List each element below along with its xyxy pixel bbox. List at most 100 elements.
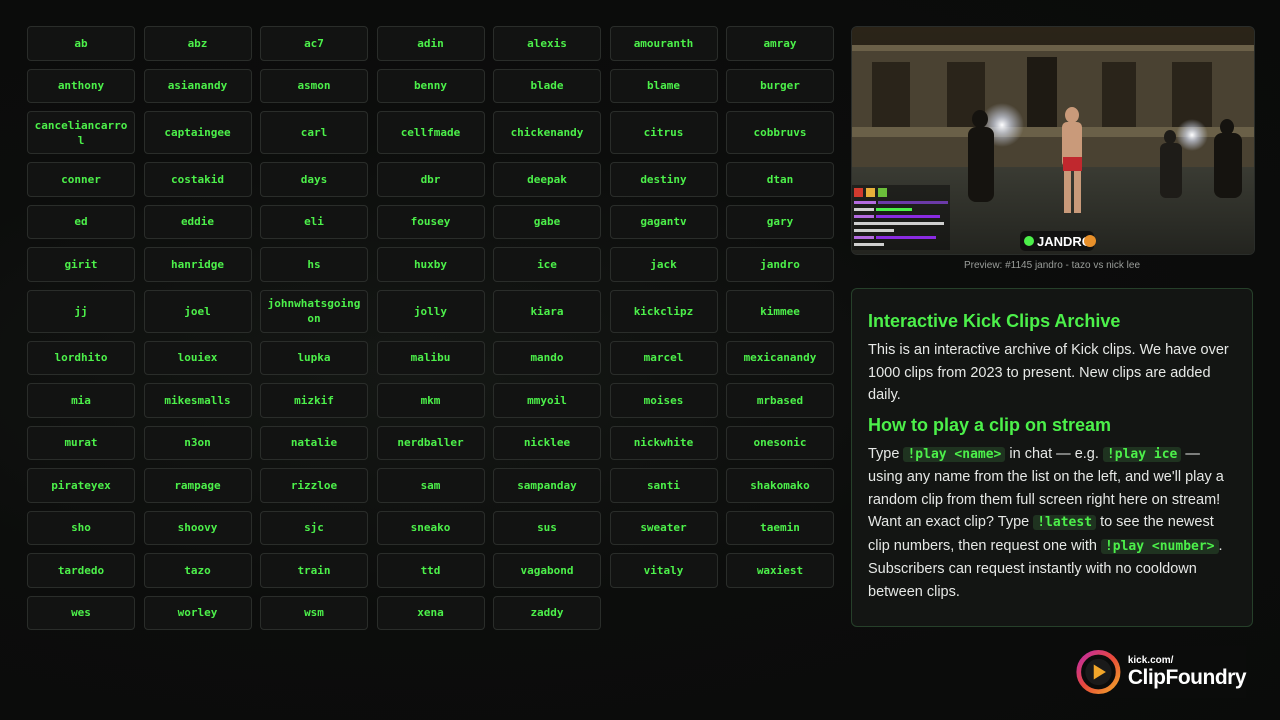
name-button-destiny[interactable]: destiny bbox=[609, 162, 718, 197]
name-button-sampanday[interactable]: sampanday bbox=[493, 468, 601, 503]
name-button-ab[interactable]: ab bbox=[27, 26, 135, 61]
clip-preview-video[interactable]: JANDRO bbox=[851, 26, 1255, 255]
name-button-girit[interactable]: girit bbox=[27, 247, 135, 282]
name-button-alexis[interactable]: alexis bbox=[493, 26, 601, 61]
name-button-vitaly[interactable]: vitaly bbox=[609, 553, 718, 588]
name-button-waxiest[interactable]: waxiest bbox=[726, 553, 834, 588]
name-button-shakomako[interactable]: shakomako bbox=[726, 468, 834, 503]
name-button-kickclipz[interactable]: kickclipz bbox=[609, 289, 718, 333]
name-button-days[interactable]: days bbox=[260, 162, 368, 197]
name-button-mmyoil[interactable]: mmyoil bbox=[493, 383, 601, 418]
name-button-murat[interactable]: murat bbox=[27, 425, 135, 460]
name-button-gagantv[interactable]: gagantv bbox=[609, 204, 718, 239]
name-button-xena[interactable]: xena bbox=[376, 595, 485, 630]
name-button-sam[interactable]: sam bbox=[376, 468, 485, 503]
name-button-shoovy[interactable]: shoovy bbox=[143, 510, 252, 545]
name-button-cellfmade[interactable]: cellfmade bbox=[376, 111, 485, 154]
name-button-anthony[interactable]: anthony bbox=[27, 68, 135, 103]
name-button-jack[interactable]: jack bbox=[609, 247, 718, 282]
name-button-ice[interactable]: ice bbox=[493, 247, 601, 282]
name-button-wsm[interactable]: wsm bbox=[260, 595, 368, 630]
name-button-ed[interactable]: ed bbox=[27, 204, 135, 239]
svg-text:JANDRO: JANDRO bbox=[1037, 234, 1092, 249]
name-button-gary[interactable]: gary bbox=[726, 204, 834, 239]
name-button-mia[interactable]: mia bbox=[27, 383, 135, 418]
name-button-canceliancarrol[interactable]: canceliancarrol bbox=[27, 111, 135, 154]
name-button-amouranth[interactable]: amouranth bbox=[609, 26, 718, 61]
name-button-burger[interactable]: burger bbox=[726, 68, 834, 103]
name-button-vagabond[interactable]: vagabond bbox=[493, 553, 601, 588]
name-button-asianandy[interactable]: asianandy bbox=[143, 68, 252, 103]
name-button-joel[interactable]: joel bbox=[143, 289, 252, 333]
name-button-tazo[interactable]: tazo bbox=[143, 553, 252, 588]
name-button-johnwhatsgoingon[interactable]: johnwhatsgoingon bbox=[260, 289, 368, 333]
name-button-mizkif[interactable]: mizkif bbox=[260, 383, 368, 418]
name-button-louiex[interactable]: louiex bbox=[143, 340, 252, 375]
name-button-kimmee[interactable]: kimmee bbox=[726, 289, 834, 333]
name-button-eddie[interactable]: eddie bbox=[143, 204, 252, 239]
name-button-carl[interactable]: carl bbox=[260, 111, 368, 154]
name-button-benny[interactable]: benny bbox=[376, 68, 485, 103]
name-button-jolly[interactable]: jolly bbox=[376, 289, 485, 333]
name-button-moises[interactable]: moises bbox=[609, 383, 718, 418]
name-button-ttd[interactable]: ttd bbox=[376, 553, 485, 588]
name-button-sneako[interactable]: sneako bbox=[376, 510, 485, 545]
name-button-n3on[interactable]: n3on bbox=[143, 425, 252, 460]
name-button-worley[interactable]: worley bbox=[143, 595, 252, 630]
name-button-natalie[interactable]: natalie bbox=[260, 425, 368, 460]
name-button-zaddy[interactable]: zaddy bbox=[493, 595, 601, 630]
name-button-lupka[interactable]: lupka bbox=[260, 340, 368, 375]
name-button-train[interactable]: train bbox=[260, 553, 368, 588]
name-button-jandro[interactable]: jandro bbox=[726, 247, 834, 282]
name-button-costakid[interactable]: costakid bbox=[143, 162, 252, 197]
name-button-taemin[interactable]: taemin bbox=[726, 510, 834, 545]
name-button-captaingee[interactable]: captaingee bbox=[143, 111, 252, 154]
name-button-malibu[interactable]: malibu bbox=[376, 340, 485, 375]
name-button-lordhito[interactable]: lordhito bbox=[27, 340, 135, 375]
name-button-blade[interactable]: blade bbox=[493, 68, 601, 103]
name-button-onesonic[interactable]: onesonic bbox=[726, 425, 834, 460]
jandro-watermark: JANDRO bbox=[1020, 231, 1096, 251]
name-button-mando[interactable]: mando bbox=[493, 340, 601, 375]
name-button-eli[interactable]: eli bbox=[260, 204, 368, 239]
name-button-nerdballer[interactable]: nerdballer bbox=[376, 425, 485, 460]
name-button-mkm[interactable]: mkm bbox=[376, 383, 485, 418]
name-button-wes[interactable]: wes bbox=[27, 595, 135, 630]
name-button-pirateyex[interactable]: pirateyex bbox=[27, 468, 135, 503]
name-button-adin[interactable]: adin bbox=[376, 26, 485, 61]
how-to-title: How to play a clip on stream bbox=[868, 414, 1112, 435]
name-button-gabe[interactable]: gabe bbox=[493, 204, 601, 239]
name-button-ac7[interactable]: ac7 bbox=[260, 26, 368, 61]
name-button-rampage[interactable]: rampage bbox=[143, 468, 252, 503]
name-button-conner[interactable]: conner bbox=[27, 162, 135, 197]
name-button-fousey[interactable]: fousey bbox=[376, 204, 485, 239]
name-button-mrbased[interactable]: mrbased bbox=[726, 383, 834, 418]
name-button-hanridge[interactable]: hanridge bbox=[143, 247, 252, 282]
name-button-huxby[interactable]: huxby bbox=[376, 247, 485, 282]
name-button-dtan[interactable]: dtan bbox=[726, 162, 834, 197]
name-button-nicklee[interactable]: nicklee bbox=[493, 425, 601, 460]
name-button-kiara[interactable]: kiara bbox=[493, 289, 601, 333]
name-button-deepak[interactable]: deepak bbox=[493, 162, 601, 197]
name-button-sjc[interactable]: sjc bbox=[260, 510, 368, 545]
name-button-citrus[interactable]: citrus bbox=[609, 111, 718, 154]
name-button-rizzloe[interactable]: rizzloe bbox=[260, 468, 368, 503]
name-button-tardedo[interactable]: tardedo bbox=[27, 553, 135, 588]
name-button-amray[interactable]: amray bbox=[726, 26, 834, 61]
name-button-chickenandy[interactable]: chickenandy bbox=[493, 111, 601, 154]
name-button-asmon[interactable]: asmon bbox=[260, 68, 368, 103]
name-button-marcel[interactable]: marcel bbox=[609, 340, 718, 375]
name-button-sho[interactable]: sho bbox=[27, 510, 135, 545]
name-button-santi[interactable]: santi bbox=[609, 468, 718, 503]
name-button-blame[interactable]: blame bbox=[609, 68, 718, 103]
name-button-sus[interactable]: sus bbox=[493, 510, 601, 545]
name-button-dbr[interactable]: dbr bbox=[376, 162, 485, 197]
name-button-nickwhite[interactable]: nickwhite bbox=[609, 425, 718, 460]
name-button-mexicanandy[interactable]: mexicanandy bbox=[726, 340, 834, 375]
name-button-cobbruvs[interactable]: cobbruvs bbox=[726, 111, 834, 154]
name-button-jj[interactable]: jj bbox=[27, 289, 135, 333]
name-button-mikesmalls[interactable]: mikesmalls bbox=[143, 383, 252, 418]
name-button-hs[interactable]: hs bbox=[260, 247, 368, 282]
name-button-abz[interactable]: abz bbox=[143, 26, 252, 61]
name-button-sweater[interactable]: sweater bbox=[609, 510, 718, 545]
